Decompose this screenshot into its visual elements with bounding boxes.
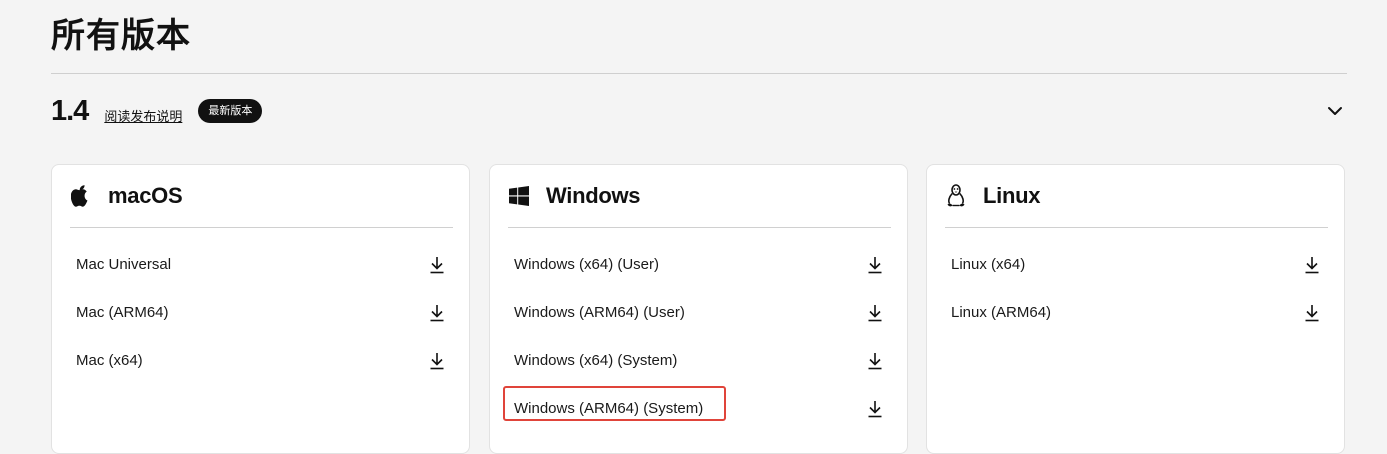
page-title: 所有版本	[51, 16, 191, 56]
download-icon[interactable]	[867, 352, 883, 370]
download-icon[interactable]	[1304, 256, 1320, 274]
macos-card-divider	[70, 227, 453, 228]
download-windows-x64-system[interactable]: Windows (x64) (System)	[508, 336, 891, 384]
macos-card: macOS Mac Universal Mac (ARM64) Mac (x64…	[51, 164, 470, 454]
download-label: Windows (ARM64) (User)	[514, 303, 685, 321]
apple-icon	[70, 184, 92, 208]
macos-title: macOS	[108, 183, 183, 208]
download-linux-x64[interactable]: Linux (x64)	[945, 240, 1328, 288]
download-icon[interactable]	[1304, 304, 1320, 322]
chevron-down-icon[interactable]	[1325, 101, 1345, 121]
linux-card-divider	[945, 227, 1328, 228]
download-icon[interactable]	[867, 304, 883, 322]
download-windows-arm64-user[interactable]: Windows (ARM64) (User)	[508, 288, 891, 336]
download-icon[interactable]	[429, 352, 445, 370]
download-label: Linux (ARM64)	[951, 303, 1052, 321]
download-mac-arm64[interactable]: Mac (ARM64)	[70, 288, 453, 336]
download-windows-x64-user[interactable]: Windows (x64) (User)	[508, 240, 891, 288]
download-icon[interactable]	[429, 304, 445, 322]
windows-icon	[508, 184, 530, 208]
download-label: Mac (x64)	[76, 351, 143, 369]
linux-icon	[945, 184, 967, 208]
download-windows-arm64-system[interactable]: Windows (ARM64) (System)	[503, 384, 891, 432]
download-linux-arm64[interactable]: Linux (ARM64)	[945, 288, 1328, 336]
download-label: Mac (ARM64)	[76, 303, 169, 321]
windows-card-header: Windows	[508, 179, 891, 213]
windows-card: Windows Windows (x64) (User) Windows (AR…	[489, 164, 908, 454]
download-icon[interactable]	[867, 256, 883, 274]
download-icon[interactable]	[429, 256, 445, 274]
version-number: 1.4	[51, 95, 89, 127]
download-label: Windows (x64) (System)	[514, 351, 678, 369]
download-label: Windows (ARM64) (System)	[514, 399, 704, 417]
title-divider	[51, 73, 1347, 74]
version-header: 1.4 阅读发布说明 最新版本	[51, 94, 1347, 128]
download-label: Mac Universal	[76, 255, 172, 273]
download-icon[interactable]	[867, 400, 883, 418]
download-label: Linux (x64)	[951, 255, 1026, 273]
download-label: Windows (x64) (User)	[514, 255, 660, 273]
windows-title: Windows	[546, 183, 641, 208]
linux-download-list: Linux (x64) Linux (ARM64)	[945, 240, 1328, 336]
latest-version-badge: 最新版本	[198, 99, 263, 123]
linux-title: Linux	[983, 183, 1041, 208]
linux-card-header: Linux	[945, 179, 1328, 213]
macos-download-list: Mac Universal Mac (ARM64) Mac (x64)	[70, 240, 453, 384]
download-mac-universal[interactable]: Mac Universal	[70, 240, 453, 288]
linux-card: Linux Linux (x64) Linux (ARM64)	[926, 164, 1345, 454]
download-mac-x64[interactable]: Mac (x64)	[70, 336, 453, 384]
windows-download-list: Windows (x64) (User) Windows (ARM64) (Us…	[503, 240, 891, 432]
release-notes-link[interactable]: 阅读发布说明	[104, 106, 182, 125]
windows-card-divider	[508, 227, 891, 228]
macos-card-header: macOS	[70, 179, 453, 213]
